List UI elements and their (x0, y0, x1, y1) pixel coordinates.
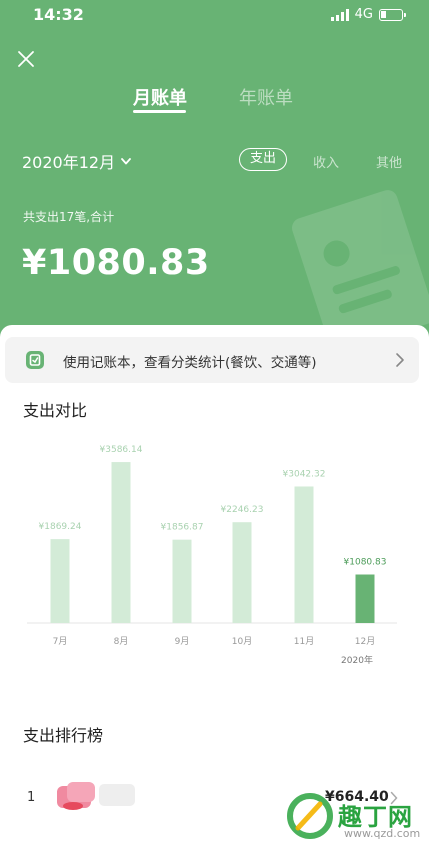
chart-category-label: 9月 (175, 636, 190, 647)
chart-category-label: 10月 (232, 636, 252, 647)
chart-value-label: ¥1869.24 (39, 522, 82, 532)
watermark-url: www.qzd.com (344, 827, 421, 840)
expense-summary-text: 共支出17笔,合计 (23, 210, 115, 224)
expense-compare-chart: ¥1869.24 7月 ¥3586.14 8月 ¥1856.87 9月 ¥2246.23 10… (27, 445, 397, 666)
ranking-section-title: 支出排行榜 (23, 726, 104, 745)
chart-bar[interactable] (355, 574, 375, 623)
receipt-illustration-icon (291, 190, 429, 340)
chart-value-label: ¥1856.87 (161, 523, 204, 533)
chart-value-label: ¥2246.23 (221, 505, 264, 515)
account-book-tip-banner[interactable]: 使用记账本，查看分类统计(餐饮、交通等) (5, 337, 419, 383)
rank-number: 1 (27, 790, 36, 805)
filter-income-button[interactable]: 收入 (313, 152, 339, 171)
month-selector[interactable]: 2020年12月 (22, 149, 132, 173)
chevron-right-icon (396, 353, 404, 367)
tab-yearly-bill[interactable]: 年账单 (239, 84, 293, 110)
chart-category-label: 12月 (355, 636, 375, 647)
chart-bar[interactable] (50, 539, 70, 623)
chart-value-label: ¥1080.83 (344, 558, 387, 568)
tip-text: 使用记账本，查看分类统计(餐饮、交通等) (63, 355, 317, 371)
bill-header: 14:32 4G 月账单 年账单 2020年12月 支出 收入 其他 共支出17… (0, 0, 429, 345)
chart-bar[interactable] (294, 486, 314, 623)
chart-category-label: 7月 (53, 636, 68, 647)
status-time: 14:32 (33, 5, 84, 24)
chart-bar[interactable] (172, 539, 192, 623)
close-icon[interactable] (15, 48, 37, 70)
tab-monthly-bill[interactable]: 月账单 (133, 84, 187, 110)
status-indicators: 4G (330, 7, 406, 22)
chart-category-label: 8月 (114, 636, 129, 647)
chart-bar[interactable] (111, 462, 131, 623)
signal-icon (330, 8, 349, 21)
chart-bar[interactable] (232, 522, 252, 623)
category-avatar-icon (57, 782, 135, 810)
chart-value-label: ¥3586.14 (100, 445, 143, 455)
filter-expense-button[interactable]: 支出 (239, 148, 287, 171)
compare-section-title: 支出对比 (23, 401, 88, 420)
month-selector-label: 2020年12月 (22, 153, 116, 172)
active-tab-indicator (133, 110, 186, 113)
battery-icon (379, 8, 406, 21)
chart-category-label: 11月 (294, 636, 314, 647)
account-book-icon (26, 351, 44, 369)
status-bar: 14:32 4G (0, 0, 429, 30)
network-type: 4G (354, 7, 373, 22)
chevron-down-icon (121, 158, 131, 165)
chart-value-label: ¥3042.32 (283, 469, 326, 479)
filter-other-button[interactable]: 其他 (376, 152, 402, 171)
chart-year-label: 2020年 (341, 654, 373, 666)
total-amount: ¥1080.83 (22, 243, 210, 283)
